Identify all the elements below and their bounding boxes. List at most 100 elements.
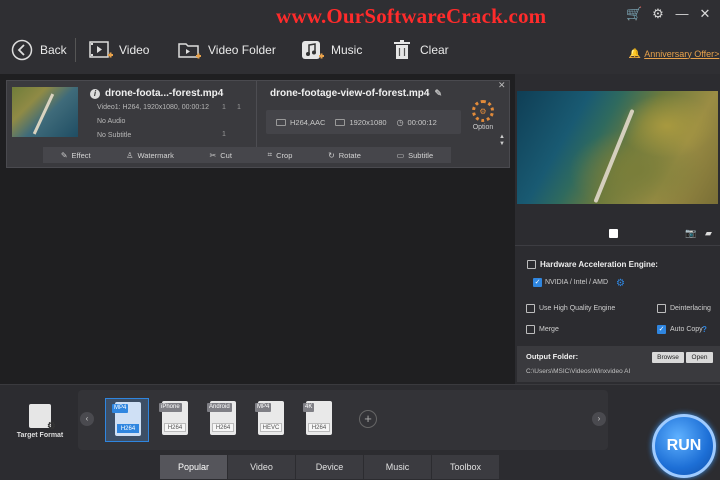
preset-iphone-h264[interactable]: iPhone H264 xyxy=(153,398,197,442)
preset-bottom-label: H264 xyxy=(308,423,330,432)
run-button[interactable]: RUN xyxy=(652,414,716,478)
subtitle-track-count[interactable]: 1 xyxy=(222,131,226,138)
clear-label: Clear xyxy=(420,43,449,57)
output-name-text: drone-footage-view-of-forest.mp4 xyxy=(270,88,430,99)
clear-button[interactable]: Clear xyxy=(390,36,449,64)
cart-icon[interactable]: 🛒 xyxy=(626,6,642,22)
tab-device[interactable]: Device xyxy=(296,455,363,479)
preset-4k-h264[interactable]: 4K H264 xyxy=(297,398,341,442)
tab-video[interactable]: Video xyxy=(228,455,295,479)
output-folder-path: C:\Users\MSIC\Videos\Winxvideo AI xyxy=(526,368,631,375)
video-label: Video xyxy=(119,43,150,57)
info-icon[interactable]: i xyxy=(90,88,100,99)
auto-copy-checkbox[interactable]: ✓ xyxy=(657,325,666,334)
output-folder-title: Output Folder: xyxy=(526,352,579,361)
source-subtitle-info: No Subtitle xyxy=(97,132,132,139)
add-video-folder-button[interactable]: Video Folder xyxy=(178,36,276,64)
back-label: Back xyxy=(40,43,67,57)
gpu-settings-icon[interactable]: ⚙ xyxy=(616,278,625,289)
back-button[interactable]: Back xyxy=(10,36,67,64)
preset-doc-icon: Android H264 xyxy=(207,401,236,435)
output-duration: ◷ 00:00:12 xyxy=(387,118,437,127)
video-track-index[interactable]: 1 xyxy=(237,104,241,111)
chevron-right-icon[interactable]: › xyxy=(592,412,606,426)
effect-icon: ✎ xyxy=(60,150,68,160)
option-label: Option xyxy=(472,124,494,131)
gear-icon[interactable]: ⚙ xyxy=(650,6,666,22)
pencil-icon[interactable]: ✎ xyxy=(434,88,442,99)
edit-subtitle[interactable]: ▭ Subtitle xyxy=(397,151,434,160)
open-button[interactable]: Open xyxy=(686,352,713,363)
watermark-icon: ♙ xyxy=(126,150,134,160)
source-audio-info: No Audio xyxy=(97,118,126,125)
close-icon[interactable]: ✕ xyxy=(697,6,713,22)
auto-copy-label: Auto Copy xyxy=(670,326,703,333)
nvidia-checkbox[interactable]: ✓ xyxy=(533,278,542,287)
browse-button[interactable]: Browse xyxy=(652,352,684,363)
edit-rotate[interactable]: ↻ Rotate xyxy=(328,151,361,160)
tab-music[interactable]: Music xyxy=(364,455,431,479)
target-format-button[interactable]: Target Format xyxy=(14,404,66,439)
preset-bottom-label: H264 xyxy=(117,424,139,433)
snapshot-icon[interactable]: 📷 xyxy=(685,228,696,239)
video-track-count[interactable]: 1 xyxy=(222,104,226,111)
down-arrow-icon[interactable]: ▼ xyxy=(499,141,505,148)
preset-android-h264[interactable]: Android H264 xyxy=(201,398,245,442)
tab-toolbox[interactable]: Toolbox xyxy=(432,455,499,479)
add-preset-icon[interactable]: + xyxy=(359,410,377,428)
high-quality-checkbox[interactable] xyxy=(526,304,535,313)
source-video-info: Video1: H264, 1920x1080, 00:00:12 xyxy=(97,104,209,111)
minimize-icon[interactable]: — xyxy=(674,6,690,22)
preset-bottom-label: HEVC xyxy=(260,423,282,432)
merge-label: Merge xyxy=(539,326,559,333)
help-icon[interactable]: ? xyxy=(702,325,707,334)
music-label: Music xyxy=(331,43,363,57)
preset-top-label: 4K xyxy=(303,403,315,412)
bell-icon: 🔔 xyxy=(629,48,641,58)
scissors-icon: ✂ xyxy=(209,150,217,160)
edit-effect[interactable]: ✎ Effect xyxy=(61,151,91,160)
anniversary-offer-link[interactable]: 🔔 Anniversary Offer> xyxy=(629,48,719,59)
edit-rotate-label: Rotate xyxy=(338,150,361,160)
chevron-left-icon[interactable]: ‹ xyxy=(80,412,94,426)
preset-mp4-h264[interactable]: MP4 H264 xyxy=(105,398,149,442)
source-file-name: i drone-foota...-forest.mp4 xyxy=(90,88,223,99)
add-music-button[interactable]: Music xyxy=(301,36,362,64)
edit-cut-label: Cut xyxy=(220,150,232,160)
rotate-icon: ↻ xyxy=(328,150,335,160)
trash-icon xyxy=(390,39,414,61)
preset-top-label: iPhone xyxy=(159,403,182,412)
add-video-button[interactable]: Video xyxy=(89,36,149,64)
deinterlacing-checkbox[interactable] xyxy=(657,304,666,313)
edit-cut[interactable]: ✂ Cut xyxy=(210,151,232,160)
remove-file-icon[interactable]: ✕ xyxy=(498,80,506,91)
option-button[interactable]: ⚙ Option xyxy=(467,100,499,131)
video-preview[interactable] xyxy=(517,91,718,204)
back-arrow-icon xyxy=(10,39,34,61)
preset-top-label: MP4 xyxy=(112,404,129,413)
file-item-card[interactable]: i drone-foota...-forest.mp4 Video1: H264… xyxy=(6,80,510,168)
folder-add-icon xyxy=(178,39,202,61)
output-file-name[interactable]: drone-footage-view-of-forest.mp4 ✎ xyxy=(270,88,442,99)
hardware-accel-checkbox[interactable] xyxy=(527,260,536,269)
video-folder-label: Video Folder xyxy=(208,43,276,57)
preset-doc-icon: 4K H264 xyxy=(303,401,332,435)
video-thumbnail[interactable] xyxy=(12,87,78,137)
panel-divider xyxy=(515,245,720,246)
preset-doc-icon: iPhone H264 xyxy=(159,401,188,435)
edit-watermark[interactable]: ♙ Watermark xyxy=(126,151,174,160)
preset-bottom-label: H264 xyxy=(164,423,186,432)
edit-toolbar: ✎ Effect ♙ Watermark ✂ Cut ⌗ Crop ↻ Rotate ▭ S… xyxy=(43,147,451,163)
music-add-icon xyxy=(301,39,325,61)
preset-mp4-hevc[interactable]: MP4 HEVC xyxy=(249,398,293,442)
tab-popular[interactable]: Popular xyxy=(160,455,227,479)
folder-icon[interactable]: ▰ xyxy=(705,228,712,239)
edit-crop[interactable]: ⌗ Crop xyxy=(268,150,293,160)
output-codec-text: H264,AAC xyxy=(290,117,326,127)
up-arrow-icon[interactable]: ▲ xyxy=(499,134,505,141)
stop-button[interactable] xyxy=(609,229,618,238)
reorder-arrows[interactable]: ▲ ▼ xyxy=(499,134,505,148)
edit-watermark-label: Watermark xyxy=(137,150,174,160)
card-divider xyxy=(256,81,257,147)
merge-checkbox[interactable] xyxy=(526,325,535,334)
